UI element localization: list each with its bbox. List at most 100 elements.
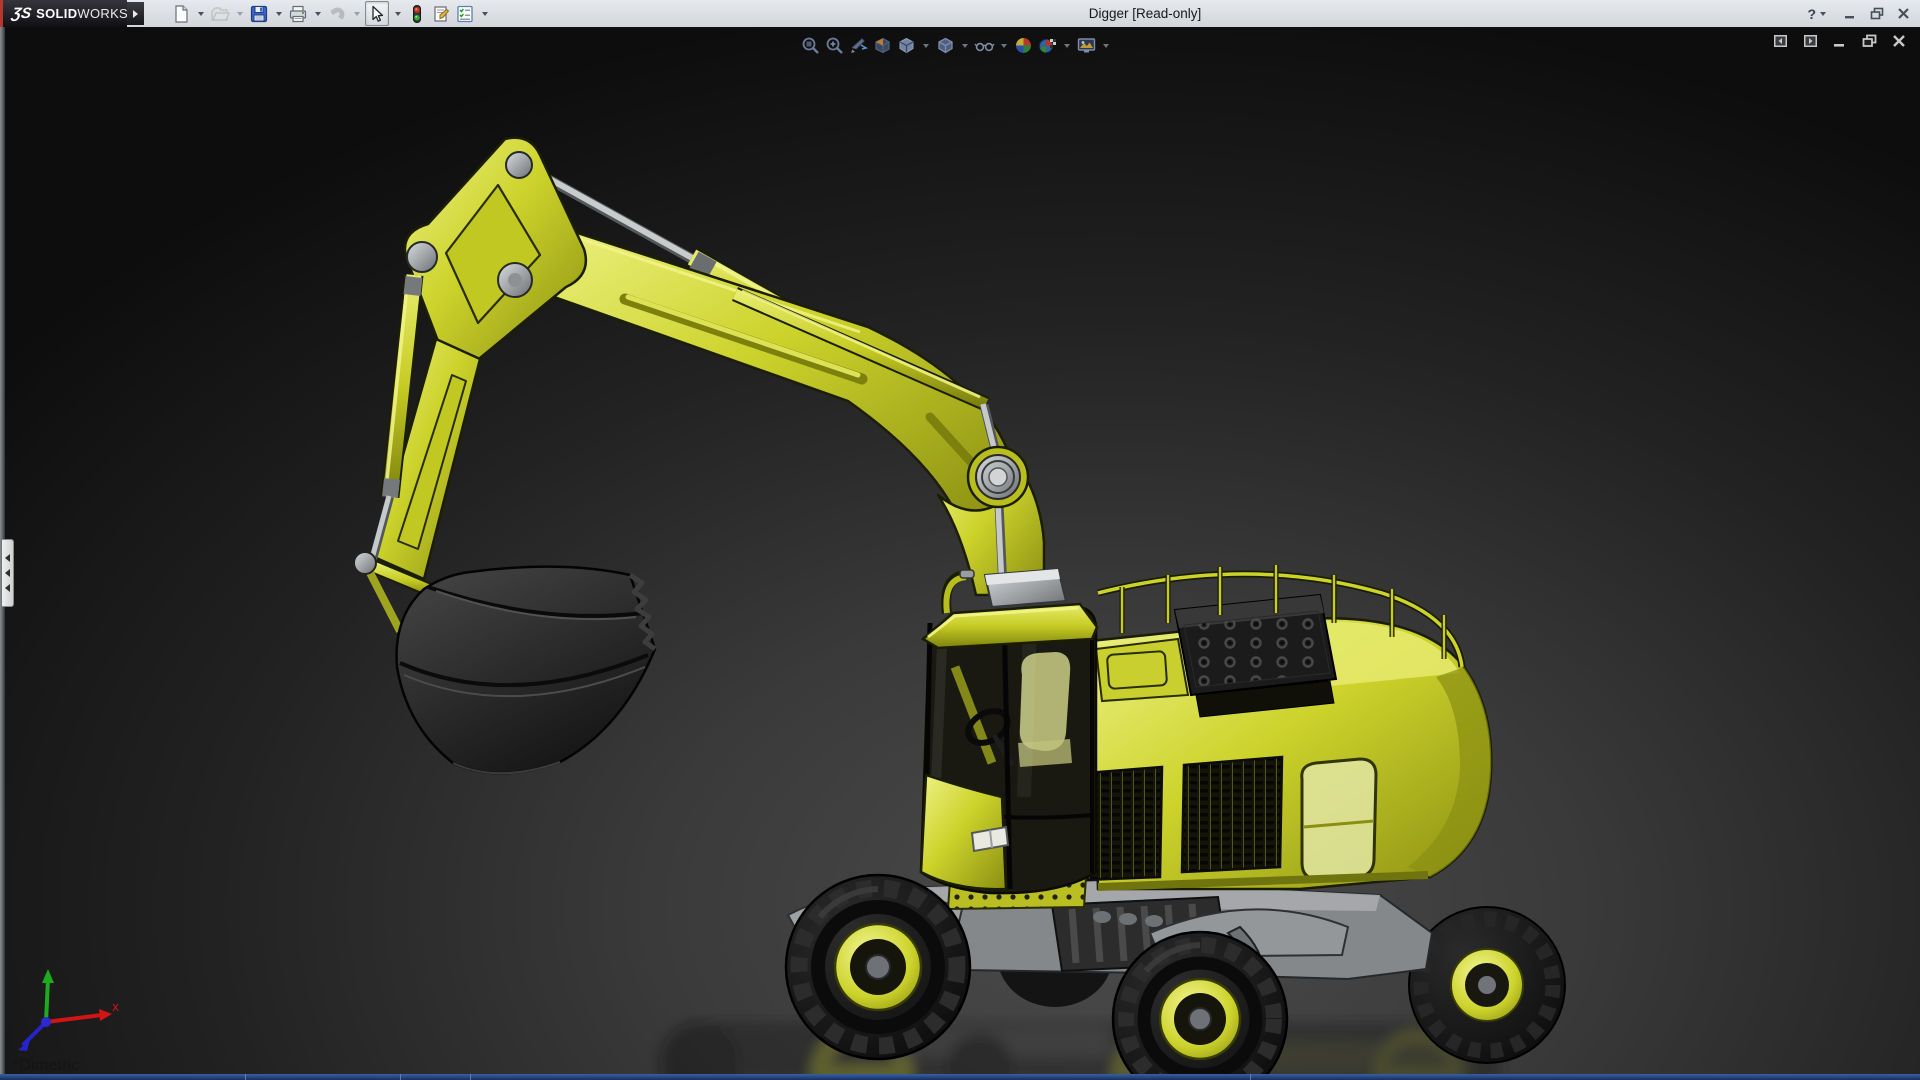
zoom-to-fit-icon: [802, 37, 819, 54]
restore-icon: [1870, 7, 1884, 20]
taskbar-divider: [245, 1074, 246, 1080]
print-icon: [289, 5, 307, 22]
wheel-rear-right: [1408, 906, 1566, 1064]
solidworks-logo-glyph: ƷS: [10, 5, 33, 22]
close-doc-button[interactable]: [1892, 34, 1906, 48]
select-cursor-icon: [372, 5, 384, 22]
restore-doc-button[interactable]: [1862, 34, 1877, 48]
minimize-doc-button[interactable]: [1833, 34, 1847, 48]
section-view-icon: [875, 37, 890, 54]
roof-box: [983, 567, 1068, 609]
print-dropdown-caret[interactable]: [315, 12, 321, 16]
zoom-to-fit-button[interactable]: [800, 35, 821, 56]
undo-button[interactable]: [326, 2, 348, 25]
options-checklist-icon: [457, 5, 473, 22]
menu-flyout-button[interactable]: [127, 2, 144, 25]
save-dropdown-caret[interactable]: [276, 12, 282, 16]
taskbar-divider: [1250, 1074, 1251, 1080]
apply-scene-icon: [1039, 39, 1056, 53]
excavator-model: x: [18, 136, 1566, 1074]
solidworks-logo: ƷS SOLID WORKS: [3, 0, 129, 27]
taskbar-divider: [470, 1074, 471, 1080]
minimize-icon: [1845, 16, 1854, 19]
view-orientation-icon: [899, 37, 914, 54]
solidworks-logo-bold: SOLID: [36, 6, 78, 21]
save-icon: [250, 5, 268, 22]
open-icon: [211, 6, 230, 21]
view-settings-caret[interactable]: [1103, 44, 1109, 48]
close-icon: [1898, 8, 1909, 19]
view-orientation-button[interactable]: [896, 35, 917, 56]
collapse-arrow-icon: [5, 584, 10, 592]
heads-up-toolbar: [800, 35, 1115, 56]
hide-show-items-icon: [974, 42, 995, 52]
display-style-button[interactable]: [935, 35, 956, 56]
print-button[interactable]: [287, 2, 309, 25]
rebuild-traffic-light-icon: [413, 4, 421, 23]
minimize-button[interactable]: [1844, 7, 1857, 20]
zoom-to-area-icon: [826, 37, 843, 54]
title-bar: ƷS SOLID WORKS Digger [Read-only] ?: [0, 0, 1920, 28]
hood-hatch: [1094, 637, 1190, 703]
featuremanager-splitter-tab[interactable]: [2, 539, 14, 607]
view-settings-button[interactable]: [1076, 35, 1097, 56]
select-dropdown-caret[interactable]: [395, 12, 401, 16]
edit-appearance-button[interactable]: [1013, 35, 1034, 56]
collapse-arrow-icon: [5, 569, 10, 577]
restore-button[interactable]: [1870, 7, 1884, 20]
main-toolbar: [170, 0, 493, 27]
view-orientation-caret[interactable]: [923, 44, 929, 48]
bucket: [395, 565, 657, 775]
boom-triangle-plate: [403, 136, 588, 368]
apply-scene-button[interactable]: [1037, 35, 1058, 56]
file-properties-icon: [434, 5, 450, 22]
options-button[interactable]: [454, 2, 476, 25]
file-properties-button[interactable]: [430, 2, 452, 25]
collapse-arrow-icon: [5, 554, 10, 562]
apply-scene-caret[interactable]: [1064, 44, 1070, 48]
options-dropdown-caret[interactable]: [482, 12, 488, 16]
display-style-icon: [938, 37, 953, 54]
stick-arm: [524, 223, 1014, 522]
hide-show-items-button[interactable]: [974, 35, 995, 56]
undo-dropdown-caret[interactable]: [354, 12, 360, 16]
rebuild-button[interactable]: [406, 2, 428, 25]
previous-view-button[interactable]: [848, 35, 869, 56]
pane-right-button[interactable]: [1803, 34, 1818, 48]
pane-left-button[interactable]: [1773, 34, 1788, 48]
save-button[interactable]: [248, 2, 270, 25]
open-button[interactable]: [209, 2, 231, 25]
undo-icon: [330, 7, 345, 20]
side-grille-right: [1180, 755, 1284, 874]
graphics-viewport[interactable]: x *Dimetric: [0, 27, 1920, 1074]
previous-view-icon: [851, 38, 869, 53]
solidworks-logo-light: WORKS: [77, 6, 129, 21]
view-orientation-label: *Dimetric: [13, 1057, 80, 1074]
engine-block: [1173, 593, 1338, 718]
edit-appearance-icon: [1015, 37, 1032, 54]
view-settings-icon: [1077, 38, 1096, 53]
zoom-to-area-button[interactable]: [824, 35, 845, 56]
orientation-triad: x: [18, 969, 119, 1051]
rear-window: [1300, 757, 1378, 881]
triad-x-label: x: [112, 1000, 119, 1014]
open-dropdown-caret[interactable]: [237, 12, 243, 16]
display-style-caret[interactable]: [962, 44, 968, 48]
hide-show-items-caret[interactable]: [1001, 44, 1007, 48]
help-dropdown-caret[interactable]: [1820, 12, 1826, 16]
document-window-controls: [1773, 34, 1906, 48]
new-document-icon: [175, 4, 188, 23]
help-label: ?: [1807, 5, 1816, 22]
cab: [919, 567, 1099, 895]
section-view-button[interactable]: [872, 35, 893, 56]
floor-reflection: [660, 1022, 1500, 1074]
help-button[interactable]: ?: [1807, 6, 1831, 22]
close-button[interactable]: [1897, 7, 1910, 20]
wheel-front-left: [784, 873, 972, 1061]
new-dropdown-caret[interactable]: [198, 12, 204, 16]
window-title: Digger [Read-only]: [1088, 6, 1202, 21]
select-tool-button[interactable]: [365, 1, 389, 26]
new-document-button[interactable]: [170, 2, 192, 25]
flyout-arrow-icon: [133, 9, 138, 18]
taskbar-sliver: [0, 1074, 1920, 1080]
